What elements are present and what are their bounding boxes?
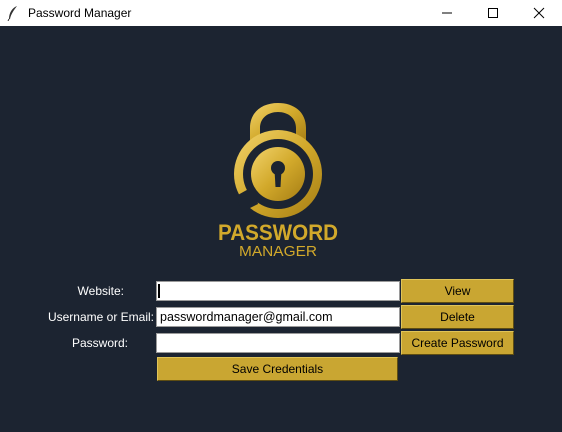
maximize-icon: [488, 8, 498, 18]
window-title: Password Manager: [28, 6, 132, 20]
website-input[interactable]: [156, 281, 400, 301]
padlock-icon: [234, 103, 322, 218]
title-bar: Password Manager: [0, 0, 562, 26]
password-label: Password:: [71, 336, 128, 350]
username-label: Username or Email:: [47, 310, 154, 324]
logo-word-manager: MANAGER: [239, 243, 317, 258]
feather-icon: [7, 6, 17, 21]
delete-button[interactable]: Delete: [401, 305, 514, 329]
close-icon: [533, 7, 545, 19]
logo-word-password: PASSWORD: [218, 220, 338, 245]
website-label: Website:: [77, 284, 124, 298]
minimize-icon: [442, 12, 452, 14]
text-cursor: [158, 284, 160, 298]
password-manager-logo: PASSWORD MANAGER: [218, 103, 338, 258]
password-input[interactable]: [156, 333, 400, 353]
view-button[interactable]: View: [401, 279, 514, 303]
maximize-button[interactable]: [470, 0, 516, 26]
username-email-input[interactable]: [156, 307, 400, 327]
create-password-button[interactable]: Create Password: [401, 331, 514, 355]
close-button[interactable]: [516, 0, 562, 26]
minimize-button[interactable]: [424, 0, 470, 26]
save-credentials-button[interactable]: Save Credentials: [157, 357, 398, 381]
